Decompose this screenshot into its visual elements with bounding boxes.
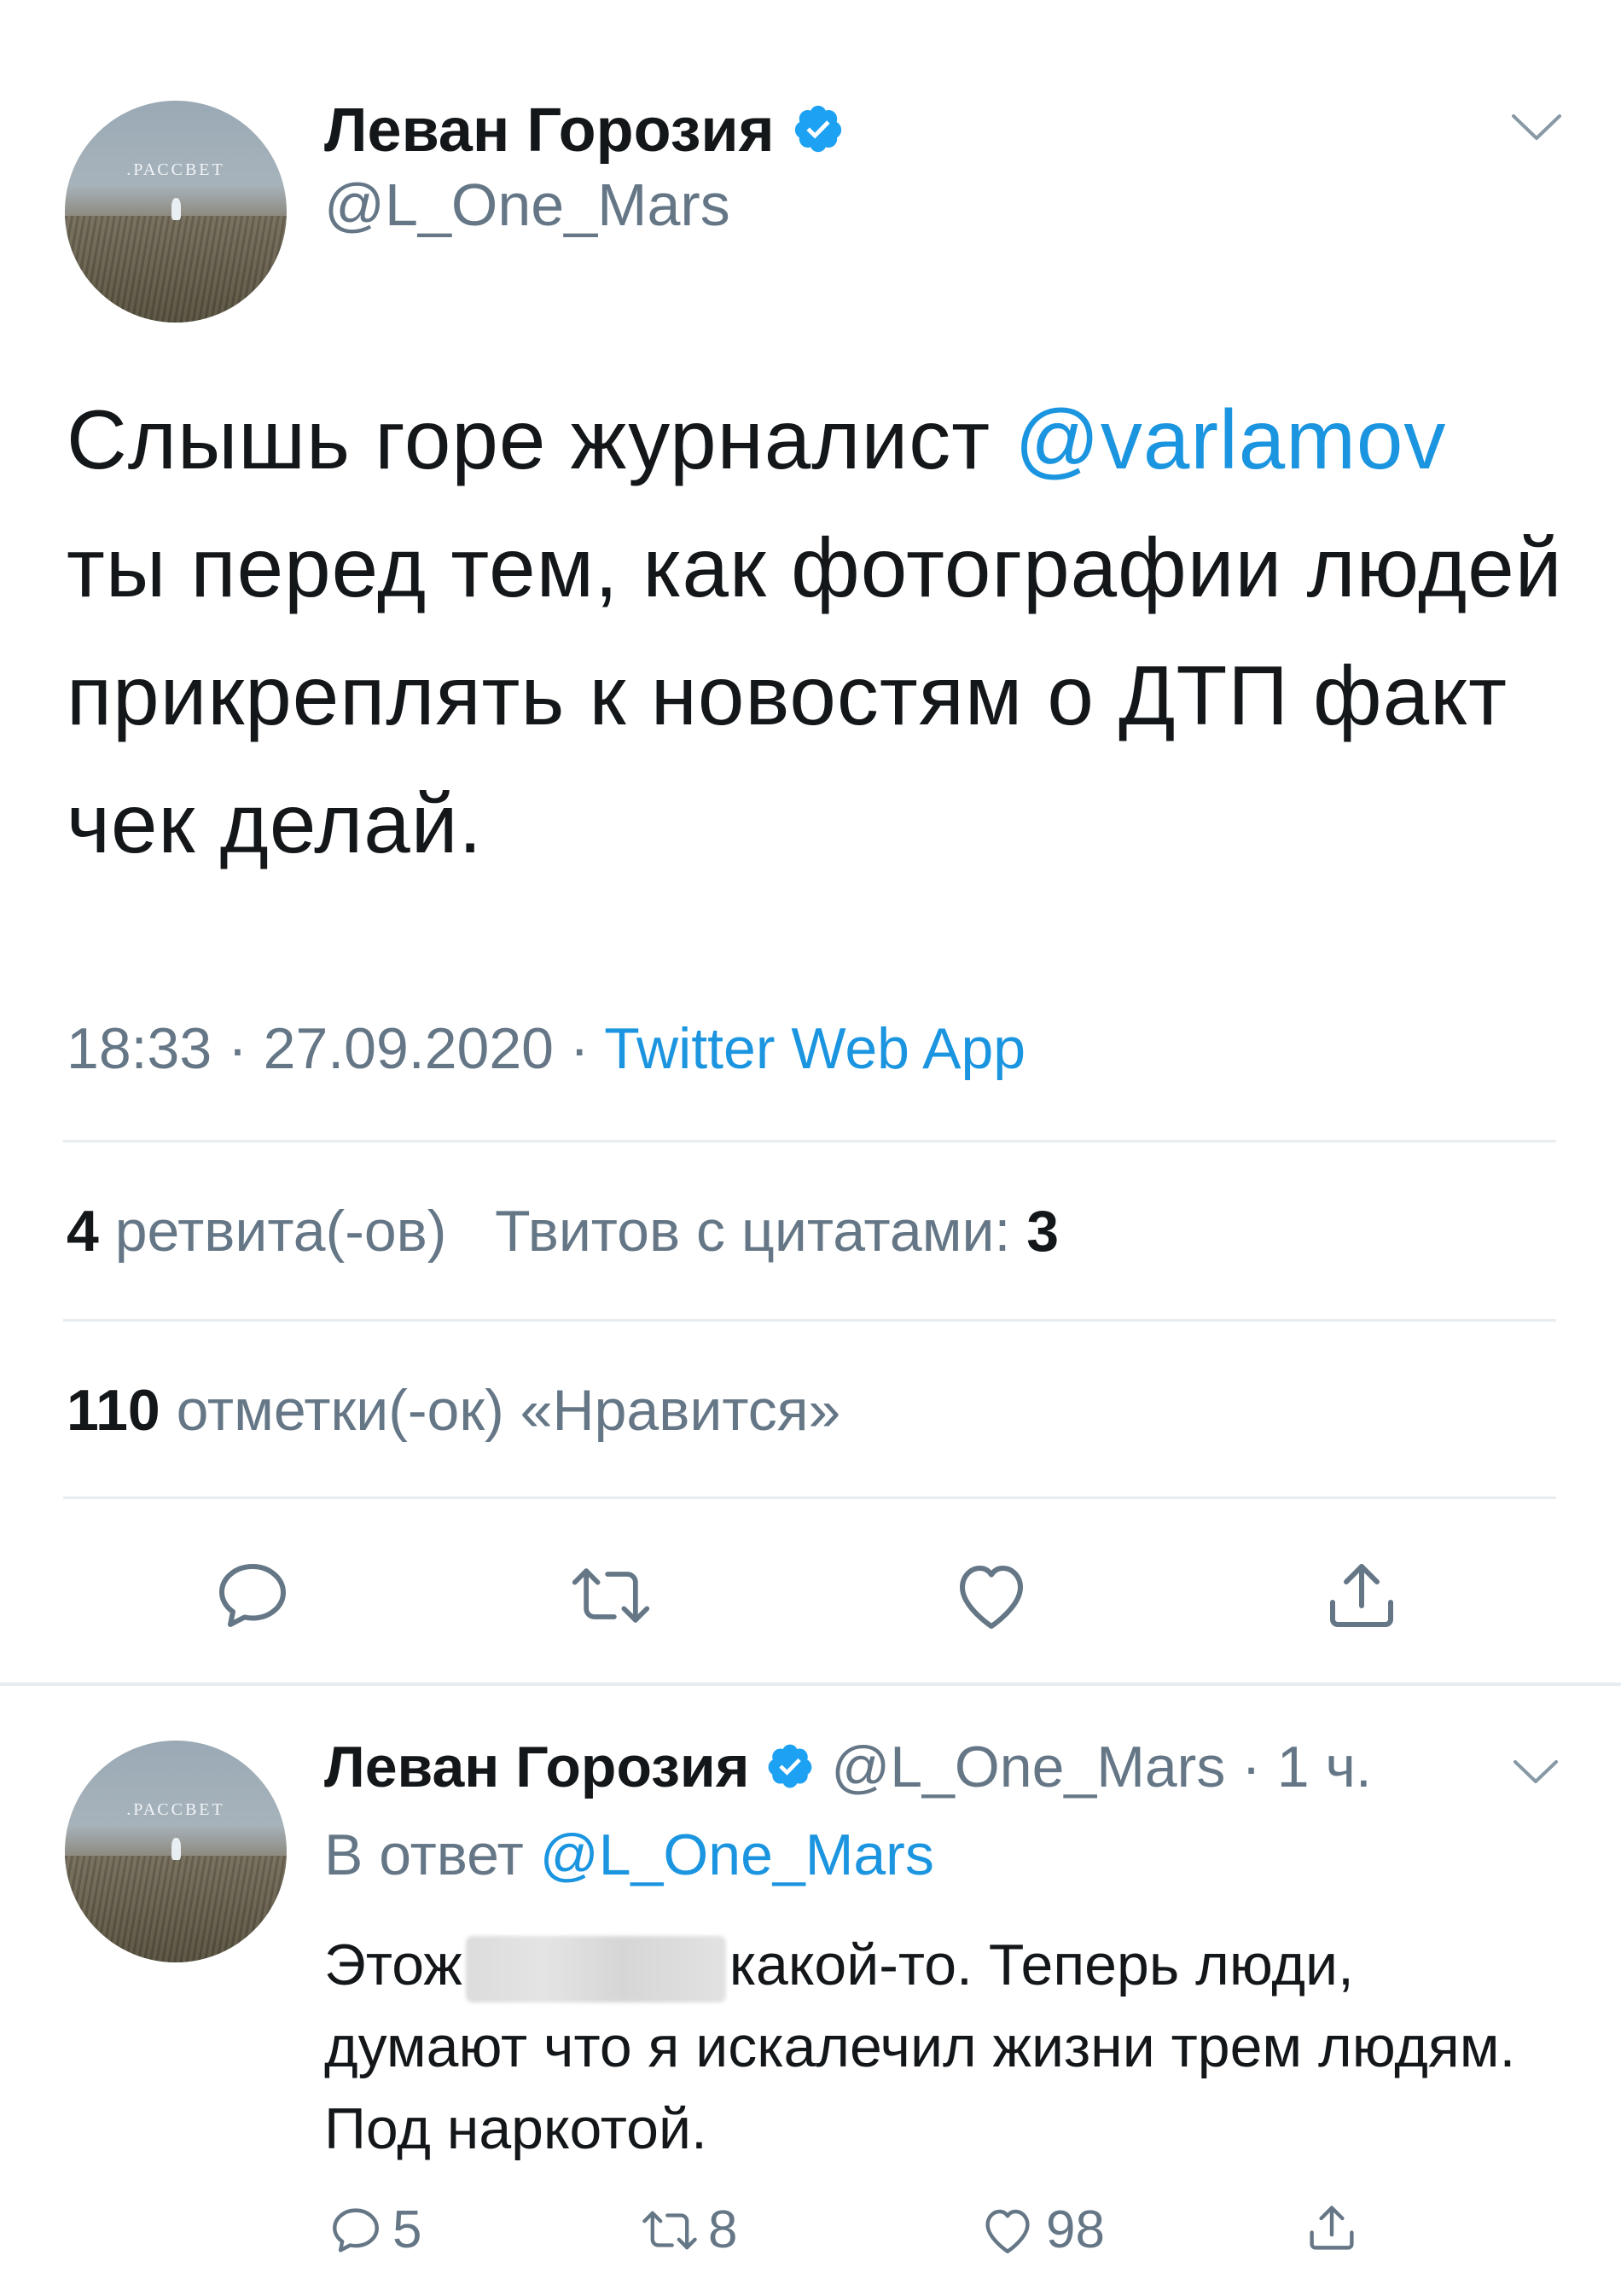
avatar-figure [171,198,182,221]
blurred-word [465,1936,726,2003]
likes-stats[interactable]: 110 отметки(-ок) «Нравится» [67,1377,840,1444]
tweet-source[interactable]: Twitter Web App [604,1016,1025,1081]
likes-label: отметки(-ок) «Нравится» [176,1378,841,1443]
reply-author-handle[interactable]: @L_One_Mars [831,1735,1225,1799]
like-icon[interactable] [949,1555,1034,1641]
quotes-count: 3 [1026,1199,1060,1264]
avatar-caption: .РАССВЕТ [126,1800,225,1820]
reply-avatar[interactable]: .РАССВЕТ [65,1741,287,1962]
reply-count: 5 [392,2200,422,2259]
author-name[interactable]: Леван Горозия [324,96,845,170]
tweet-meta: 18:33 · 27.09.2020 · Twitter Web App [67,1015,1025,1082]
quotes-label: Твитов с цитатами: [495,1199,1011,1264]
avatar-figure [171,1838,182,1861]
likes-count: 110 [67,1378,160,1443]
tweet-text-part: Слышь горе журналист [67,392,1015,486]
reply-text-part: Этож [324,1933,462,1997]
chevron-down-icon[interactable] [1510,109,1563,148]
avatar-caption: .РАССВЕТ [126,160,225,180]
author-handle[interactable]: @L_One_Mars [324,171,730,239]
tweet-text-part: ты перед тем, как фотографии людей прикр… [67,520,1563,870]
reply-author-name[interactable]: Леван Горозия [324,1735,749,1799]
reply-like-button[interactable]: 98 [978,2200,1105,2260]
divider [63,1319,1556,1322]
avatar-field [65,1856,287,1962]
avatar-field [65,216,287,323]
divider [63,1497,1556,1499]
like-count: 98 [1046,2200,1105,2259]
tweet-avatar[interactable]: .РАССВЕТ [65,101,287,323]
reply-time-ago[interactable]: · 1 ч. [1241,1735,1372,1799]
author-name-text: Леван Горозия [324,96,775,165]
retweet-icon[interactable] [568,1555,654,1641]
in-reply-to-label: В ответ [324,1822,524,1887]
divider [63,1140,1556,1142]
mention-link[interactable]: @varlamov [1014,392,1446,486]
section-separator [0,1683,1621,1686]
reply-header: Леван Горозия @L_One_Mars · 1 ч. [324,1734,1372,1805]
tweet-time[interactable]: 18:33 [67,1016,212,1081]
share-icon [1310,2206,1354,2250]
retweets-label: ретвита(-ов) [114,1199,447,1264]
reply-reply-button[interactable]: 5 [328,2200,421,2260]
verified-icon [765,1738,815,1805]
share-icon[interactable] [1321,1555,1403,1641]
tweet-text: Слышь горе журналист @varlamov ты перед … [67,375,1568,887]
reply-share-button[interactable] [1304,2200,1368,2256]
retweet-count: 8 [708,2200,738,2259]
meta-separator: · [228,1016,247,1081]
verified-icon [792,100,845,170]
reply-text: Этож какой-то. Теперь люди, думают что я … [324,1924,1570,2170]
in-reply-to: В ответ @L_One_Mars [324,1822,934,1888]
like-icon [985,2209,1030,2253]
retweets-count: 4 [67,1199,99,1264]
reply-icon [333,2207,379,2252]
reply-retweet-button[interactable]: 8 [640,2200,737,2260]
in-reply-to-handle[interactable]: @L_One_Mars [540,1822,934,1887]
retweet-icon [642,2211,697,2249]
tweet-date[interactable]: 27.09.2020 [264,1016,554,1081]
chevron-down-icon[interactable] [1512,1756,1560,1791]
retweet-stats[interactable]: 4 ретвита(-ов) Твитов с цитатами: 3 [67,1198,1059,1264]
reply-icon[interactable] [212,1555,293,1641]
meta-separator: · [569,1016,590,1081]
